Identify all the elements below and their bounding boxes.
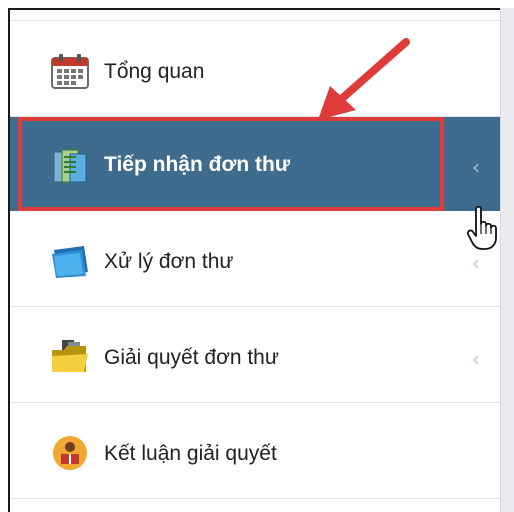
sidebar-item-xu-ly-don-thu[interactable]: Xử lý đơn thư ‹ [10,211,500,307]
chevron-left-icon[interactable]: ‹ [472,347,480,371]
sidebar-menu: Tổng quan Tiếp nhận đơn thư ‹ Xử lý đơn … [10,21,500,499]
content-edge [500,8,514,512]
sidebar-item-label: Kết luận giải quyết [104,442,277,465]
sidebar-item-ket-luan-giai-quyet[interactable]: Kết luận giải quyết [10,403,500,499]
sidebar-item-tong-quan[interactable]: Tổng quan [10,21,500,117]
yellow-folder-icon [50,338,90,376]
sidebar-item-label: Giải quyết đơn thư [104,346,279,369]
chevron-left-icon[interactable]: ‹ [472,251,480,275]
sidebar-item-label: Tổng quan [104,60,205,83]
hand-cursor-icon [466,206,497,250]
reader-icon [50,434,90,472]
annotation-arrow-icon [318,38,410,120]
chevron-left-icon[interactable]: ‹ [472,155,480,179]
calendar-icon [50,52,90,90]
highlight-box [18,117,444,211]
blue-folder-icon [50,242,90,280]
sidebar-item-label: Xử lý đơn thư [104,250,234,273]
sidebar-item-giai-quyet-don-thu[interactable]: Giải quyết đơn thư ‹ [10,307,500,403]
